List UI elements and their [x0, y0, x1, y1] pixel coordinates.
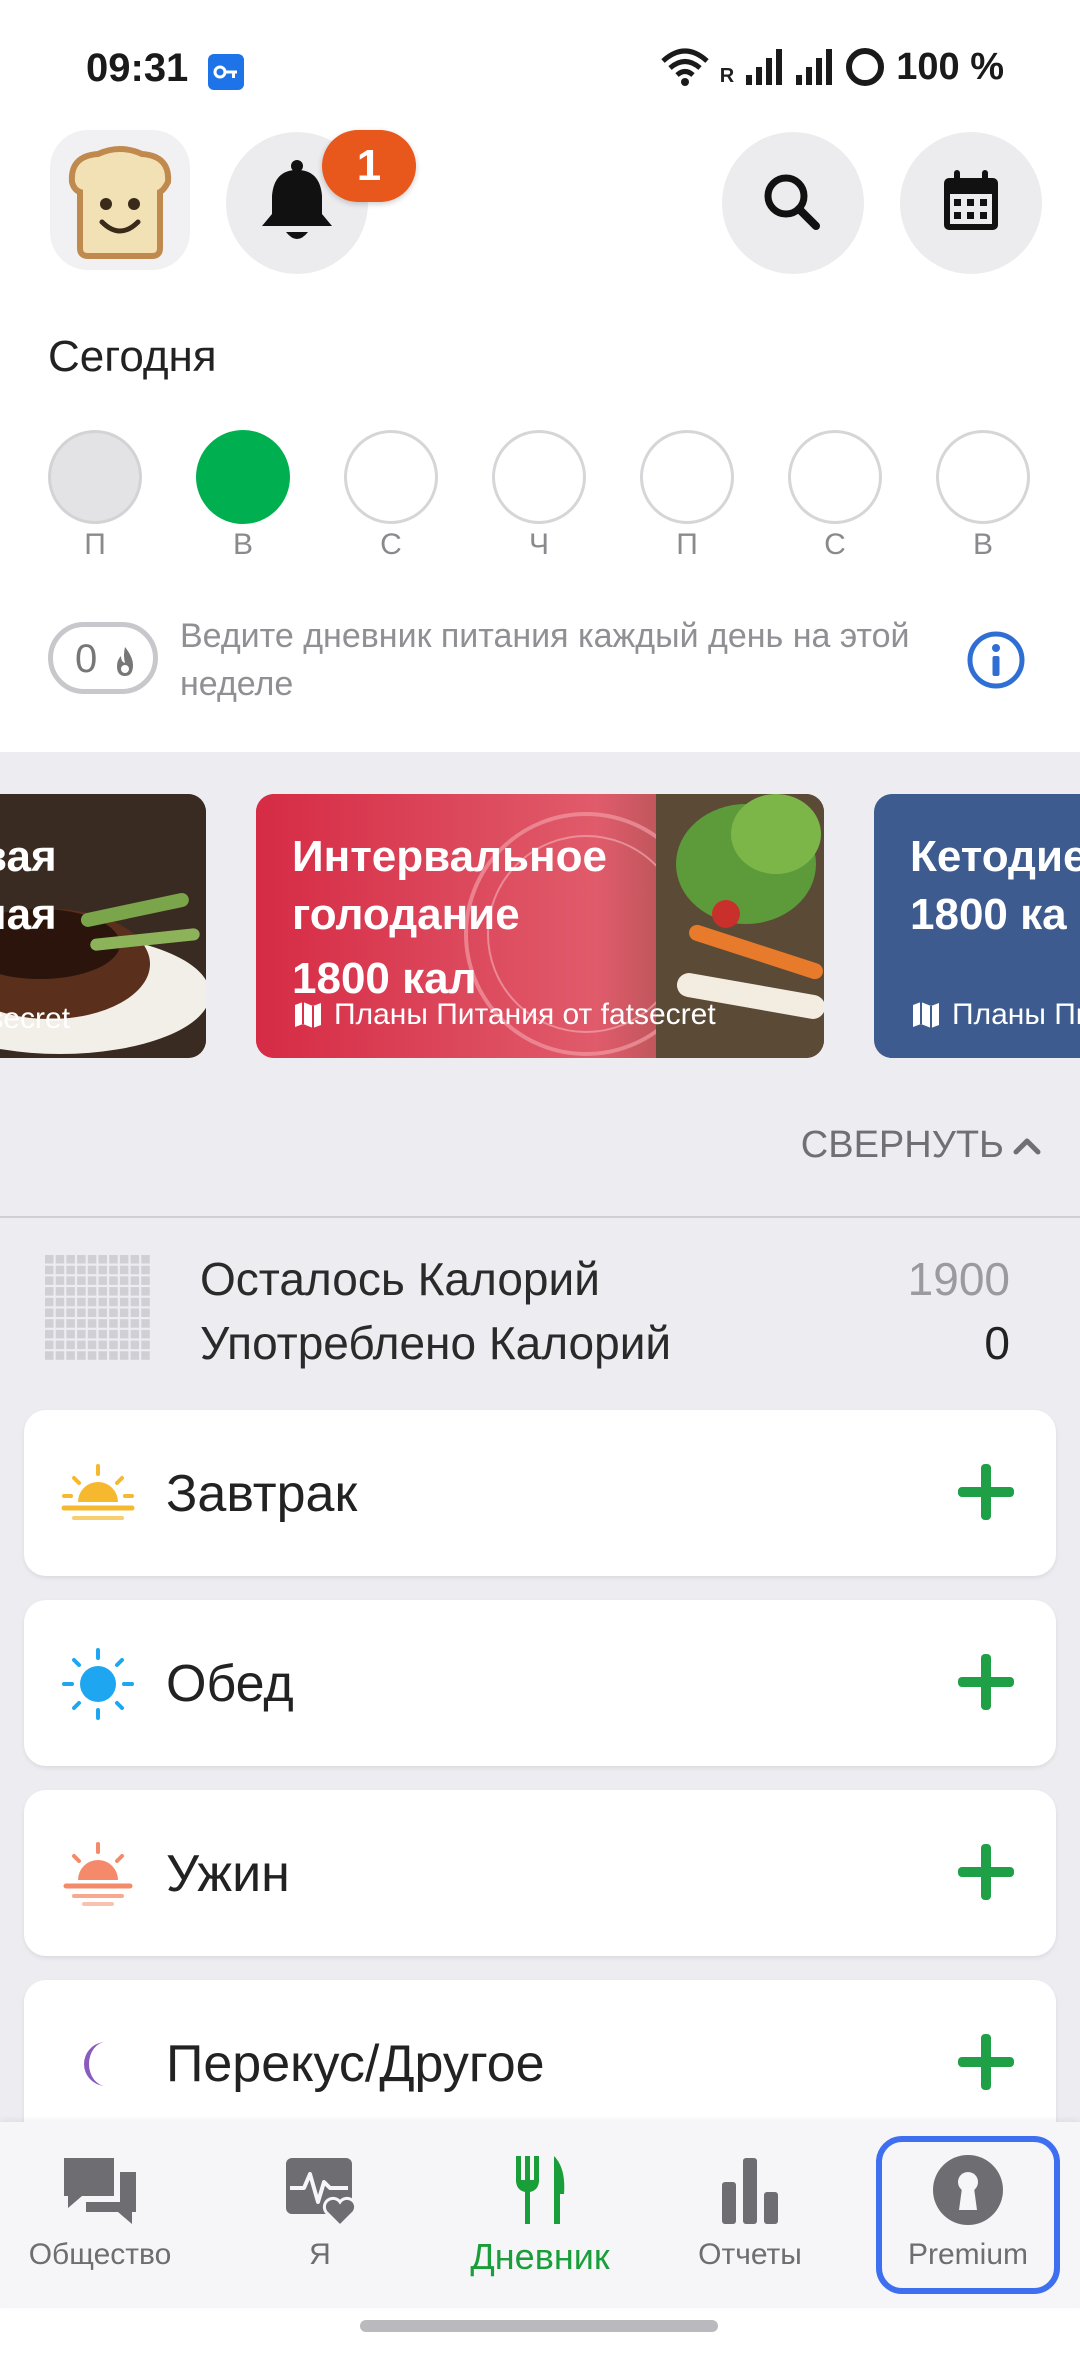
- search-icon: [764, 174, 820, 230]
- signal-icon: [746, 49, 783, 85]
- divider: [0, 1216, 1080, 1218]
- notification-badge: 1: [322, 130, 416, 202]
- battery-percent: 100 %: [896, 45, 1004, 88]
- day-letter: С: [380, 528, 402, 561]
- meal-plan-banner-intermittent-fasting[interactable]: Интервальное голодание 1800 кал Планы Пи…: [256, 794, 824, 1058]
- nav-label: Отчеты: [698, 2238, 802, 2271]
- day-circle-tue[interactable]: [196, 430, 290, 524]
- banner-title-line: 1800 ка: [910, 890, 1067, 939]
- network-type: R: [719, 64, 735, 87]
- banner-title-line: голодание: [292, 890, 520, 939]
- status-bar: 09:31 R 100 %: [0, 0, 1080, 130]
- moon-icon: [84, 2042, 106, 2086]
- day-circle-wed[interactable]: [344, 430, 438, 524]
- meal-name: Обед: [166, 1655, 294, 1713]
- signal-icon-2: [796, 49, 833, 85]
- battery-icon: [846, 48, 885, 86]
- info-icon[interactable]: [966, 630, 1026, 690]
- meal-card-dinner[interactable]: Ужин: [24, 1790, 1056, 1956]
- meal-card-breakfast[interactable]: Завтрак: [24, 1410, 1056, 1576]
- meal-card-lunch[interactable]: Обед: [24, 1600, 1056, 1766]
- nav-label: Дневник: [470, 2236, 610, 2277]
- day-letter: В: [972, 528, 993, 561]
- day-circle-sun[interactable]: [936, 430, 1030, 524]
- sun-icon: [62, 1648, 134, 1720]
- day-letter: С: [824, 528, 846, 561]
- remaining-calories-value: 1900: [907, 1253, 1010, 1305]
- activity-icon: [286, 2158, 358, 2228]
- vpn-key-icon: [208, 54, 244, 90]
- banner-title-line: Кетодие: [910, 832, 1080, 881]
- day-letter: П: [676, 528, 698, 561]
- sunset-icon: [63, 1842, 133, 1906]
- nav-label: Общество: [28, 2238, 172, 2271]
- banner-title-line: вая: [0, 832, 57, 881]
- map-icon: [913, 1002, 939, 1028]
- nav-me[interactable]: Я: [240, 2122, 400, 2308]
- meal-plan-banner-left[interactable]: вая ная tsecret: [0, 794, 206, 1058]
- nav-diary[interactable]: Дневник: [440, 2122, 640, 2308]
- bar-chart-icon: [722, 2158, 778, 2224]
- add-icon[interactable]: [954, 1840, 1018, 1904]
- add-icon[interactable]: [954, 2030, 1018, 2094]
- calendar-icon: [944, 170, 998, 230]
- consumed-calories-value: 0: [984, 1317, 1010, 1369]
- banner-title-line: Интервальное: [292, 832, 607, 881]
- day-circle-mon[interactable]: [48, 430, 142, 524]
- day-letter: Ч: [529, 528, 549, 561]
- calendar-button[interactable]: [900, 132, 1042, 274]
- banner-title-line: ная: [0, 890, 57, 939]
- status-time: 09:31: [86, 46, 189, 90]
- sunrise-icon: [61, 1464, 135, 1520]
- today-label: Сегодня: [48, 332, 217, 381]
- status-indicators: R 100 %: [660, 44, 1004, 90]
- utensils-icon: [516, 2156, 565, 2224]
- calorie-grid-icon: [45, 1255, 150, 1360]
- day-circle-sat[interactable]: [788, 430, 882, 524]
- chat-icon: [64, 2158, 136, 2224]
- chevron-up-icon: [1013, 1138, 1041, 1154]
- premium-highlight: [876, 2136, 1060, 2294]
- collapse-button[interactable]: СВЕРНУТЬ: [801, 1124, 1042, 1167]
- collapse-label: СВЕРНУТЬ: [800, 1124, 1004, 1166]
- map-icon: [295, 1002, 321, 1028]
- search-button[interactable]: [722, 132, 864, 274]
- nav-label: Я: [309, 2238, 331, 2271]
- meal-plan-banner-keto[interactable]: Кетодие 1800 ка Планы Пи: [874, 794, 1080, 1058]
- streak-hint: Ведите дневник питания каждый день на эт…: [180, 617, 910, 703]
- day-circle-fri[interactable]: [640, 430, 734, 524]
- banner-subtitle: Планы Пи: [952, 998, 1080, 1031]
- add-icon[interactable]: [954, 1650, 1018, 1714]
- day-circle-thu[interactable]: [492, 430, 586, 524]
- add-icon[interactable]: [954, 1460, 1018, 1524]
- consumed-calories-label: Употреблено Калорий: [200, 1317, 672, 1369]
- streak-count: 0: [75, 637, 98, 681]
- nav-reports[interactable]: Отчеты: [670, 2122, 830, 2308]
- nav-community[interactable]: Общество: [0, 2122, 200, 2308]
- meal-name: Ужин: [166, 1845, 290, 1903]
- day-letter: В: [232, 528, 253, 561]
- day-letter: П: [84, 528, 106, 561]
- meal-name: Перекус/Другое: [166, 2035, 545, 2093]
- avatar[interactable]: [50, 130, 190, 270]
- wifi-icon: [661, 48, 709, 86]
- streak-counter: 0: [48, 622, 158, 694]
- remaining-calories-label: Осталось Калорий: [200, 1253, 600, 1305]
- home-indicator[interactable]: [360, 2320, 718, 2332]
- banner-subtitle: tsecret: [0, 1002, 71, 1035]
- meal-name: Завтрак: [166, 1465, 358, 1523]
- banner-subtitle: Планы Питания от fatsecret: [334, 998, 716, 1031]
- flame-icon: [117, 647, 133, 676]
